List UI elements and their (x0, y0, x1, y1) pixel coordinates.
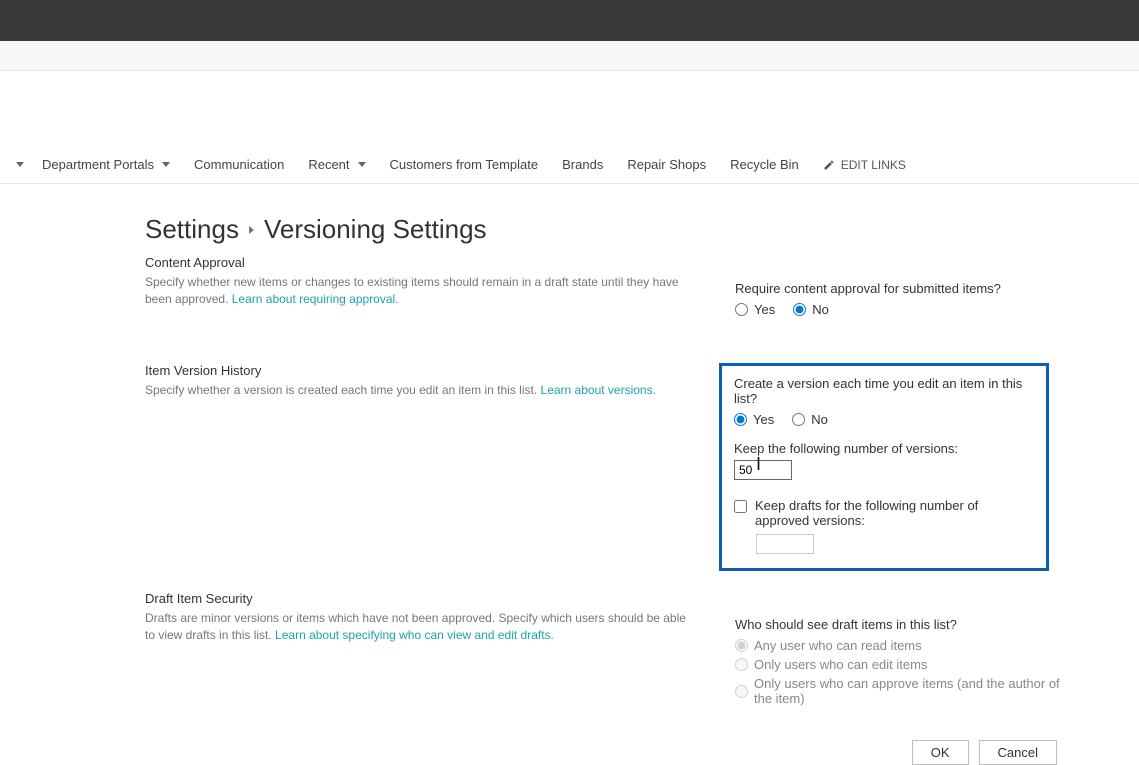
chevron-down-icon (162, 162, 170, 167)
chevron-down-icon (358, 162, 366, 167)
cancel-button[interactable]: Cancel (979, 740, 1057, 765)
learn-link-drafts[interactable]: Learn about specifying who can view and … (275, 628, 554, 642)
breadcrumb-current: Versioning Settings (264, 214, 487, 245)
section-title: Draft Item Security (145, 591, 695, 606)
approval-radio-no[interactable]: No (793, 302, 829, 317)
learn-link-versions[interactable]: Learn about versions. (541, 383, 656, 397)
nav-item-label: Brands (562, 157, 603, 172)
keep-drafts-input (756, 534, 814, 554)
header-spacer (0, 71, 1139, 146)
versioning-highlight-box: Create a version each time you edit an i… (719, 363, 1049, 571)
section-title: Content Approval (145, 255, 695, 270)
keep-versions-input[interactable] (734, 460, 792, 480)
top-nav: Department Portals Communication Recent … (0, 146, 1139, 184)
nav-item-dropdown-leading[interactable] (8, 162, 30, 167)
button-row: OK Cancel (145, 740, 1057, 765)
keep-drafts-row: Keep drafts for the following number of … (734, 498, 1034, 528)
edit-links-label: EDIT LINKS (841, 158, 906, 172)
approval-radio-no-input[interactable] (793, 303, 806, 316)
section-content-approval: Content Approval Specify whether new ite… (145, 255, 1080, 317)
versioning-radio-yes-input[interactable] (734, 413, 747, 426)
keep-versions-label: Keep the following number of versions: (734, 441, 1034, 456)
nav-item-label: Communication (194, 157, 284, 172)
nav-item-customers-from-template[interactable]: Customers from Template (378, 157, 551, 172)
section-title: Item Version History (145, 363, 695, 378)
nav-item-repair-shops[interactable]: Repair Shops (615, 157, 718, 172)
page-content: Settings Versioning Settings Content App… (0, 184, 1080, 765)
nav-item-recent[interactable]: Recent (296, 157, 377, 172)
versioning-radio-no-input[interactable] (792, 413, 805, 426)
nav-item-recycle-bin[interactable]: Recycle Bin (718, 157, 811, 172)
versioning-question: Create a version each time you edit an i… (734, 376, 1034, 406)
nav-item-label: Repair Shops (627, 157, 706, 172)
learn-link-approval[interactable]: Learn about requiring approval. (232, 292, 399, 306)
nav-item-department-portals[interactable]: Department Portals (30, 157, 182, 172)
section-version-history: Item Version History Specify whether a v… (145, 363, 1080, 571)
approval-radio-yes-input[interactable] (735, 303, 748, 316)
suite-bar (0, 0, 1139, 41)
edit-links-button[interactable]: EDIT LINKS (811, 158, 918, 172)
drafts-radio-any: Any user who can read items (735, 638, 1080, 653)
versioning-radio-no[interactable]: No (792, 412, 828, 427)
nav-item-brands[interactable]: Brands (550, 157, 615, 172)
drafts-radio-approve-input (735, 685, 748, 698)
ok-button[interactable]: OK (912, 740, 969, 765)
nav-item-label: Recent (308, 157, 349, 172)
versioning-radio-yes[interactable]: Yes (734, 412, 774, 427)
section-description: Drafts are minor versions or items which… (145, 610, 695, 645)
drafts-radio-any-input (735, 639, 748, 652)
drafts-radio-edit: Only users who can edit items (735, 657, 1080, 672)
approval-radio-group: Yes No (735, 302, 1080, 317)
breadcrumb: Settings Versioning Settings (145, 214, 1080, 245)
drafts-radio-approve: Only users who can approve items (and th… (735, 676, 1080, 706)
chevron-down-icon (16, 162, 24, 167)
pencil-icon (823, 159, 835, 171)
nav-item-label: Customers from Template (390, 157, 539, 172)
ribbon-area (0, 41, 1139, 71)
approval-radio-yes[interactable]: Yes (735, 302, 775, 317)
chevron-right-icon (249, 226, 254, 234)
section-description: Specify whether a version is created eac… (145, 382, 695, 399)
drafts-radio-edit-input (735, 658, 748, 671)
keep-drafts-label: Keep drafts for the following number of … (755, 498, 1034, 528)
section-draft-security: Draft Item Security Drafts are minor ver… (145, 591, 1080, 710)
versioning-radio-group: Yes No (734, 412, 1034, 427)
approval-question: Require content approval for submitted i… (735, 281, 1080, 296)
keep-drafts-checkbox[interactable] (734, 500, 747, 513)
section-description: Specify whether new items or changes to … (145, 274, 695, 309)
drafts-radio-group: Any user who can read items Only users w… (735, 638, 1080, 706)
nav-item-label: Department Portals (42, 157, 154, 172)
drafts-question: Who should see draft items in this list? (735, 617, 1080, 632)
nav-item-communication[interactable]: Communication (182, 157, 296, 172)
nav-item-label: Recycle Bin (730, 157, 799, 172)
breadcrumb-settings[interactable]: Settings (145, 214, 239, 245)
